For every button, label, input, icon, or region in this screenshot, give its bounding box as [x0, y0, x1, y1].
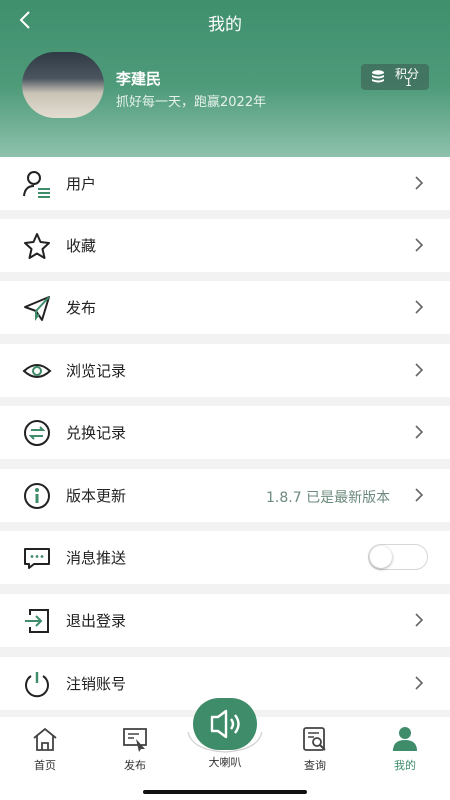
power-icon — [25, 672, 49, 698]
toggle-knob — [370, 546, 392, 568]
megaphone-label: 大喇叭 — [208, 756, 242, 769]
menu-item-logout[interactable]: 退出登录 — [0, 594, 450, 647]
avatar[interactable] — [22, 52, 104, 118]
page-title: 我的 — [208, 15, 242, 35]
tab-label: 我的 — [394, 759, 416, 772]
speaker-icon — [210, 709, 240, 739]
chevron-right-icon — [415, 488, 424, 502]
user-motto: 抓好每一天，跑赢2022年 — [116, 95, 267, 110]
chevron-right-icon — [415, 425, 424, 439]
menu-label: 用户 — [66, 175, 97, 193]
menu-item-notifications: 消息推送 — [0, 531, 450, 584]
version-status: 1.8.7 已是最新版本 — [266, 490, 391, 506]
menu-item-exchange[interactable]: 兑换记录 — [0, 406, 450, 459]
eye-icon — [22, 364, 52, 378]
menu-item-favorites[interactable]: 收藏 — [0, 219, 450, 272]
user-list-icon — [23, 171, 50, 198]
menu-label: 消息推送 — [66, 549, 127, 567]
user-name: 李建民 — [116, 70, 162, 88]
chevron-right-icon — [415, 613, 424, 627]
menu-label: 收藏 — [66, 237, 97, 255]
tab-label: 发布 — [124, 759, 146, 772]
menu-item-publish[interactable]: 发布 — [0, 281, 450, 334]
menu-label: 退出登录 — [66, 612, 127, 630]
menu-label: 版本更新 — [66, 487, 127, 505]
query-icon — [303, 727, 326, 751]
star-icon — [24, 233, 50, 259]
points-badge[interactable]: 积分 1 — [361, 64, 429, 90]
home-indicator — [143, 790, 307, 794]
user-icon — [393, 727, 417, 751]
tab-label: 首页 — [34, 759, 56, 772]
publish-icon — [123, 728, 147, 752]
chevron-right-icon — [415, 238, 424, 252]
tab-mine[interactable]: 我的 — [365, 725, 445, 775]
tab-publish[interactable]: 发布 — [95, 725, 175, 775]
menu-item-history[interactable]: 浏览记录 — [0, 344, 450, 397]
message-icon — [24, 548, 50, 569]
menu-label: 注销账号 — [66, 675, 127, 693]
chevron-right-icon — [415, 363, 424, 377]
menu-item-version[interactable]: 版本更新 1.8.7 已是最新版本 — [0, 469, 450, 522]
tab-label: 查询 — [304, 759, 326, 772]
info-icon — [24, 483, 50, 509]
menu-item-user[interactable]: 用户 — [0, 157, 450, 210]
points-value: 1 — [405, 76, 412, 89]
push-toggle[interactable] — [368, 544, 428, 570]
tab-home[interactable]: 首页 — [5, 725, 85, 775]
exchange-icon — [24, 420, 50, 446]
menu-label: 兑换记录 — [66, 424, 127, 442]
chevron-right-icon — [415, 176, 424, 190]
tab-query[interactable]: 查询 — [275, 725, 355, 775]
coins-icon — [372, 70, 384, 83]
profile-header: 我的 李建民 抓好每一天，跑赢2022年 积分 1 — [0, 0, 450, 158]
menu-label: 浏览记录 — [66, 362, 127, 380]
chevron-right-icon — [415, 676, 424, 690]
send-icon — [24, 296, 50, 321]
menu-label: 发布 — [66, 299, 97, 317]
logout-icon — [25, 609, 49, 633]
megaphone-button[interactable] — [193, 698, 257, 750]
home-icon — [33, 727, 57, 751]
chevron-right-icon — [415, 300, 424, 314]
